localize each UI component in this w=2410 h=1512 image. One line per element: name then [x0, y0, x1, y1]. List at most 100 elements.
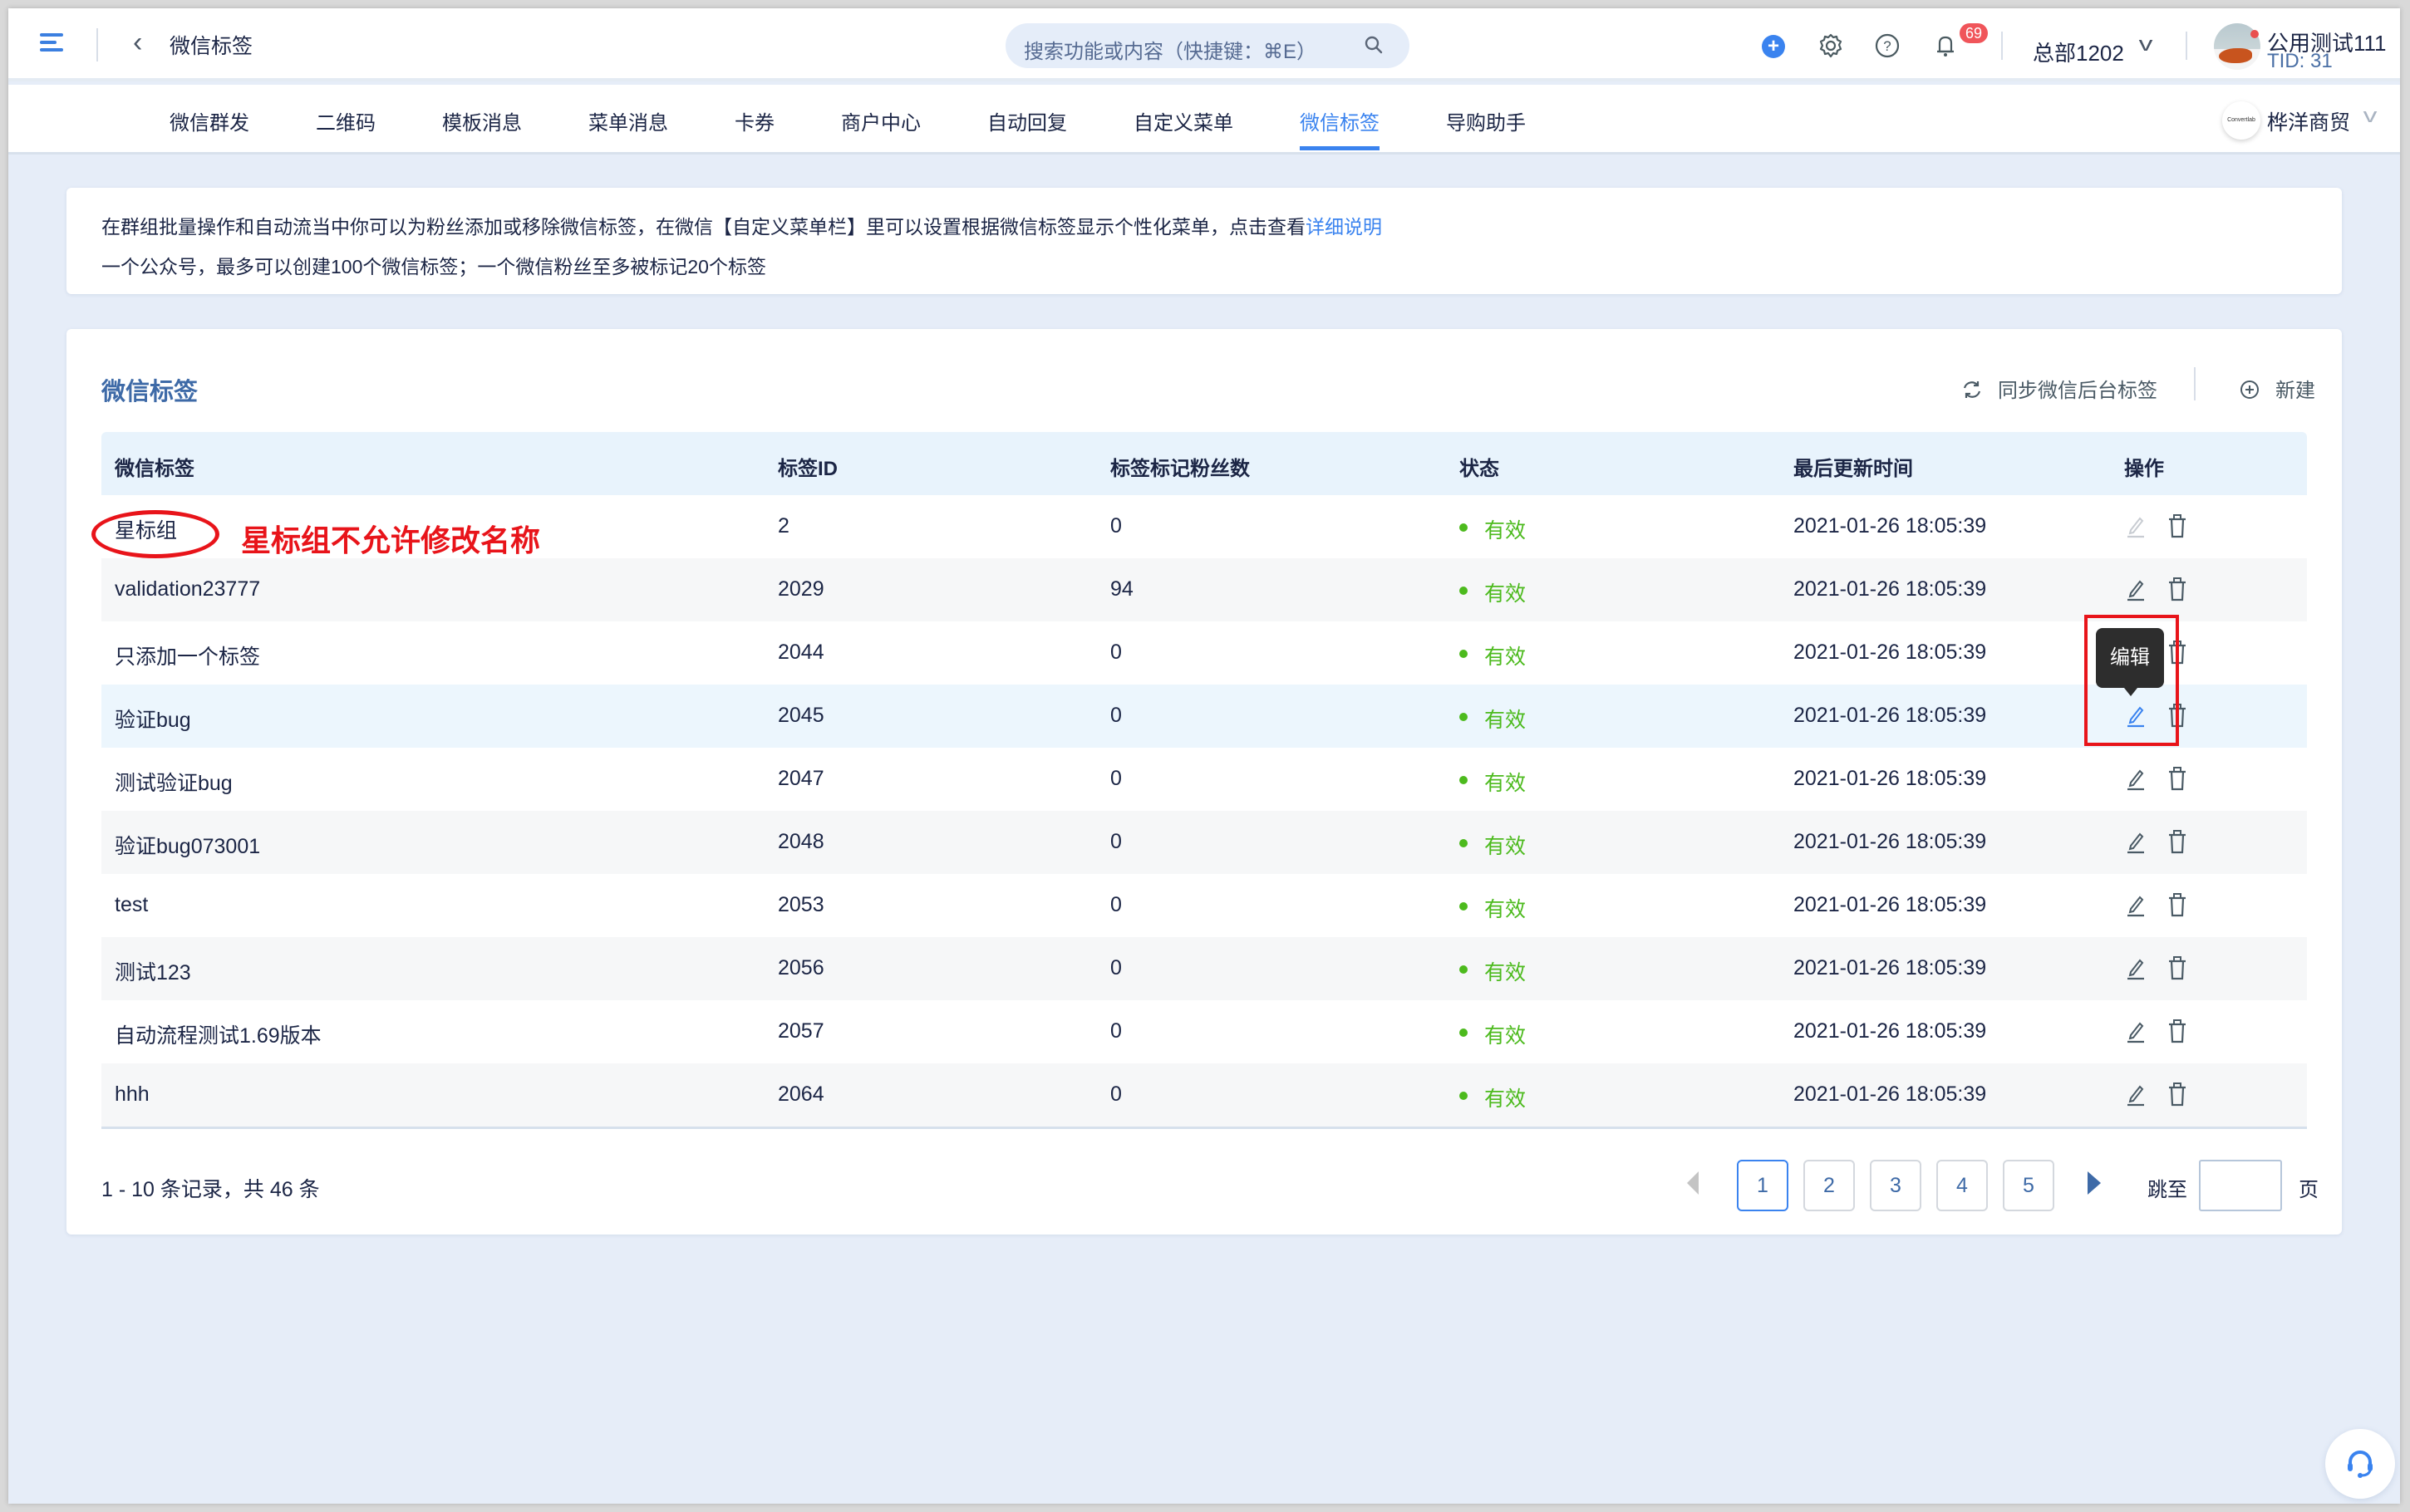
edit-icon[interactable]	[2124, 1019, 2147, 1043]
details-link[interactable]: 详细说明	[1306, 216, 1382, 238]
edit-icon[interactable]	[2124, 1082, 2147, 1107]
tag-name: test	[115, 893, 149, 916]
tab-coupon[interactable]: 卡券	[735, 106, 775, 135]
tag-name: 自动流程测试1.69版本	[115, 1024, 322, 1048]
back-icon[interactable]: ‹	[133, 28, 142, 56]
status-dot	[1459, 1092, 1468, 1100]
tab-qrcode[interactable]: 二维码	[316, 106, 376, 135]
tag-name: 测试123	[115, 961, 191, 984]
delete-icon[interactable]	[2166, 577, 2189, 601]
plus-icon[interactable]: +	[1762, 35, 1785, 58]
table-row: 自动流程测试1.69版本 2057 0 有效 2021-01-26 18:05:39	[101, 1000, 2307, 1063]
next-page-icon[interactable]	[2088, 1171, 2101, 1195]
tag-id: 2064	[778, 1082, 824, 1106]
delete-icon[interactable]	[2166, 703, 2189, 728]
delete-icon[interactable]	[2166, 1019, 2189, 1043]
fan-count: 0	[1110, 1082, 1122, 1106]
plus-circle-icon	[2240, 380, 2259, 399]
tab-menu-message[interactable]: 菜单消息	[588, 106, 668, 135]
column-header: 最后更新时间	[1793, 458, 1913, 480]
section-title: 微信标签	[101, 379, 199, 405]
table-row: 验证bug073001 2048 0 有效 2021-01-26 18:05:39	[101, 811, 2307, 874]
page-button[interactable]: 5	[2003, 1160, 2054, 1211]
edit-icon[interactable]	[2124, 955, 2147, 980]
tag-name: 测试验证bug	[115, 772, 233, 795]
page-button[interactable]: 1	[1737, 1160, 1788, 1211]
support-button[interactable]	[2325, 1429, 2395, 1499]
status-badge: 有效	[1484, 709, 1527, 732]
org-selector[interactable]: 总部1202	[2033, 37, 2124, 67]
table-row: test 2053 0 有效 2021-01-26 18:05:39	[101, 874, 2307, 937]
notification-badge: 69	[1960, 23, 1989, 43]
tab-shopping-guide[interactable]: 导购助手	[1446, 106, 1526, 135]
tab-custom-menu[interactable]: 自定义菜单	[1134, 106, 1233, 135]
shop-selector[interactable]: 桦洋商贸	[2267, 106, 2350, 136]
page-button[interactable]: 4	[1936, 1160, 1988, 1211]
edit-icon[interactable]	[2124, 703, 2147, 728]
table-row: 测试123 2056 0 有效 2021-01-26 18:05:39	[101, 937, 2307, 1000]
menu-icon[interactable]	[40, 33, 63, 52]
tag-name: 验证bug	[115, 709, 191, 732]
status-badge: 有效	[1484, 519, 1527, 542]
page-button[interactable]: 3	[1870, 1160, 1921, 1211]
tab-mass-send[interactable]: 微信群发	[170, 106, 249, 135]
svg-text:?: ?	[1883, 38, 1891, 54]
table-row: hhh 2064 0 有效 2021-01-26 18:05:39	[101, 1063, 2307, 1127]
edit-icon[interactable]	[2124, 766, 2147, 791]
delete-icon[interactable]	[2166, 513, 2189, 538]
sync-tags-button[interactable]: 同步微信后台标签	[1961, 374, 2157, 403]
tab-template-message[interactable]: 模板消息	[442, 106, 522, 135]
info-text-1: 在群组批量操作和自动流当中你可以为粉丝添加或移除微信标签，在微信【自定义菜单栏】…	[101, 211, 1382, 239]
tag-id: 2057	[778, 1019, 824, 1043]
search-placeholder: 搜索功能或内容（快捷键：⌘E）	[1024, 41, 1317, 63]
page-button[interactable]: 2	[1803, 1160, 1855, 1211]
status-dot	[1459, 839, 1468, 847]
prev-page-icon[interactable]	[1687, 1171, 1699, 1195]
status-dot	[1459, 902, 1468, 911]
delete-icon[interactable]	[2166, 955, 2189, 980]
updated-time: 2021-01-26 18:05:39	[1793, 830, 1987, 853]
status-badge: 有效	[1484, 1087, 1527, 1111]
bell-icon[interactable]	[1931, 32, 1960, 60]
delete-icon[interactable]	[2166, 766, 2189, 791]
status-dot	[1459, 650, 1468, 658]
table-header: 微信标签 标签ID 标签标记粉丝数 状态 最后更新时间 操作	[101, 432, 2307, 495]
help-icon[interactable]: ?	[1873, 32, 1901, 60]
tab-wechat-tags[interactable]: 微信标签	[1300, 106, 1380, 150]
status-badge: 有效	[1484, 961, 1527, 984]
app-window: ‹ 微信标签 搜索功能或内容（快捷键：⌘E） + ? 69 总部1202 v 公…	[8, 8, 2400, 1504]
delete-icon[interactable]	[2166, 1082, 2189, 1107]
edit-icon[interactable]	[2124, 892, 2147, 917]
edit-icon[interactable]	[2124, 829, 2147, 854]
search-input[interactable]: 搜索功能或内容（快捷键：⌘E）	[1006, 23, 1409, 68]
tag-name: 星标组	[115, 519, 178, 542]
tab-auto-reply[interactable]: 自动回复	[987, 106, 1067, 135]
search-icon[interactable]	[1363, 34, 1385, 56]
fan-count: 0	[1110, 767, 1122, 790]
edit-icon[interactable]	[2124, 577, 2147, 601]
online-dot	[2250, 30, 2259, 38]
status-dot	[1459, 1028, 1468, 1037]
headset-icon	[2348, 1451, 2373, 1478]
chevron-down-icon[interactable]: v	[2363, 105, 2378, 128]
delete-icon[interactable]	[2166, 640, 2189, 665]
status-dot	[1459, 776, 1468, 784]
divider	[2001, 32, 2003, 60]
gear-icon[interactable]	[1817, 32, 1845, 60]
table-row: validation23777 2029 94 有效 2021-01-26 18:05:…	[101, 558, 2307, 621]
delete-icon[interactable]	[2166, 829, 2189, 854]
divider	[2194, 367, 2196, 400]
table-body: 星标组 2 0 有效 2021-01-26 18:05:39 validation2377…	[101, 495, 2307, 1127]
tags-card: 微信标签 同步微信后台标签 新建 微信标签 标签ID 标签标记粉丝数 状态 最后…	[66, 329, 2342, 1235]
column-header: 操作	[2124, 458, 2164, 480]
delete-icon[interactable]	[2166, 892, 2189, 917]
table-row: 验证bug 2045 0 有效 2021-01-26 18:05:39	[101, 685, 2307, 748]
updated-time: 2021-01-26 18:05:39	[1793, 514, 1987, 538]
chevron-down-icon[interactable]: v	[2139, 33, 2153, 56]
table-row: 测试验证bug 2047 0 有效 2021-01-26 18:05:39	[101, 748, 2307, 811]
tab-merchant-center[interactable]: 商户中心	[841, 106, 921, 135]
user-tid: TID: 31	[2267, 50, 2333, 72]
new-tag-button[interactable]: 新建	[2239, 374, 2315, 403]
column-header: 标签ID	[778, 458, 838, 480]
jump-page-input[interactable]	[2199, 1160, 2282, 1211]
